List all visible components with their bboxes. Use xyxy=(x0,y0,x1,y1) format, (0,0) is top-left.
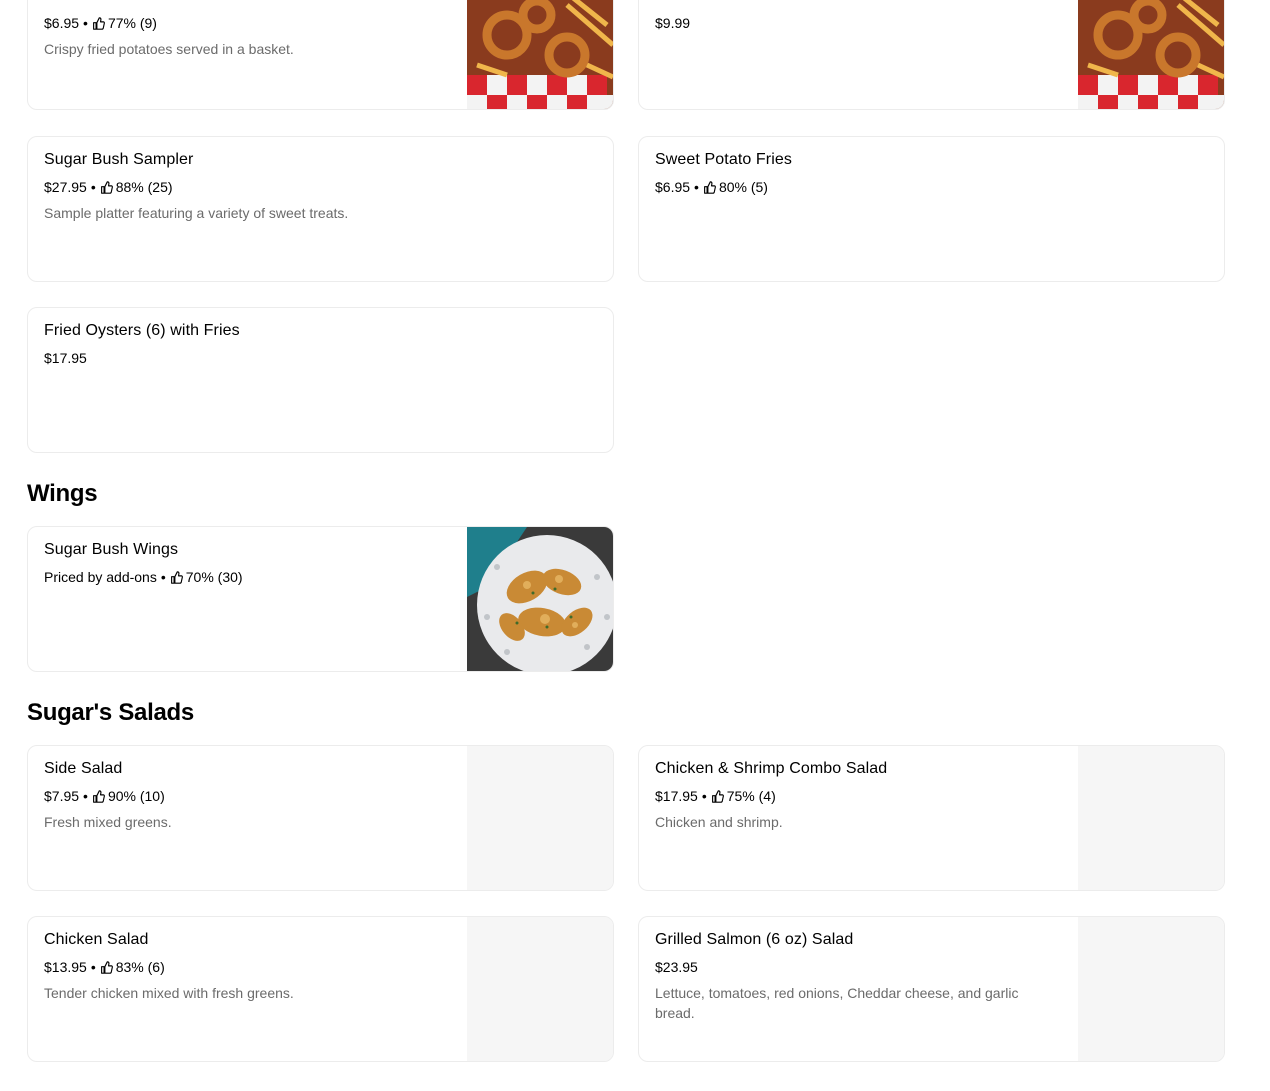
item-price: $7.95 xyxy=(44,788,80,804)
item-image-fries-onion-rings xyxy=(467,0,613,109)
item-rating: 70% (30) xyxy=(185,569,243,585)
item-name: Sugar Bush Sampler xyxy=(44,151,194,168)
menu-item-card[interactable]: Chicken & Shrimp Combo Salad $17.95 • 75%… xyxy=(638,745,1225,891)
item-description: Tender chicken mixed with fresh greens. xyxy=(44,985,294,1001)
item-image-placeholder xyxy=(467,746,613,890)
item-name: Sugar Bush Wings xyxy=(44,541,179,558)
item-image-fries-onion-rings xyxy=(1078,0,1224,109)
thumbs-up-icon xyxy=(100,961,113,974)
thumbs-up-icon xyxy=(711,790,724,803)
menu-item-card[interactable]: Sweet Potato Fries $6.95 • 80% (5) xyxy=(638,136,1225,282)
item-name: Sweet Potato Fries xyxy=(655,151,792,168)
item-description: Fresh mixed greens. xyxy=(44,814,172,830)
item-rating: 77% (9) xyxy=(107,15,157,31)
menu-item-card[interactable]: Sugar Bush Wings Priced by add-ons • 70% … xyxy=(27,526,614,672)
menu-item-card[interactable]: Chicken Salad $13.95 • 83% (6) Tender chi… xyxy=(27,916,614,1062)
thumbs-up-icon xyxy=(100,181,113,194)
item-rating: 83% (6) xyxy=(115,959,165,975)
item-price: $17.95 xyxy=(44,350,87,366)
item-price: Priced by add-ons xyxy=(44,569,157,585)
thumbs-up-icon xyxy=(92,790,105,803)
item-price: $13.95 xyxy=(44,959,87,975)
menu-item-card[interactable]: $9.99 xyxy=(638,0,1225,110)
item-price: $17.95 xyxy=(655,788,698,804)
item-description: Crispy fried potatoes served in a basket… xyxy=(44,41,294,57)
item-price: $23.95 xyxy=(655,959,698,975)
thumbs-up-icon xyxy=(170,571,183,584)
item-name: Fried Oysters (6) with Fries xyxy=(44,322,240,339)
item-description: Lettuce, tomatoes, red onions, Cheddar c… xyxy=(655,985,1019,1021)
item-price: $6.95 xyxy=(655,179,691,195)
item-meta: $7.95 • 90% (10) xyxy=(44,788,165,804)
section-title-wings: Wings xyxy=(27,480,98,507)
item-description: Sample platter featuring a variety of sw… xyxy=(44,205,349,221)
thumbs-up-icon xyxy=(703,181,716,194)
item-name: Grilled Salmon (6 oz) Salad xyxy=(655,931,854,948)
item-name: Side Salad xyxy=(44,760,123,777)
menu-item-card[interactable]: Side Salad $7.95 • 90% (10) Fresh mixed g… xyxy=(27,745,614,891)
item-image-placeholder xyxy=(1078,746,1224,890)
item-meta: $23.95 xyxy=(655,959,698,975)
item-meta: $13.95 • 83% (6) xyxy=(44,959,165,975)
item-meta: $17.95 • 75% (4) xyxy=(655,788,776,804)
menu-item-card[interactable]: $6.95 • 77% (9) Crispy fried potatoes ser… xyxy=(27,0,614,110)
thumbs-up-icon xyxy=(92,17,105,30)
item-meta: $6.95 • 77% (9) xyxy=(44,15,157,31)
item-meta: $9.99 xyxy=(655,15,690,31)
item-rating: 75% (4) xyxy=(726,788,776,804)
item-rating: 88% (25) xyxy=(115,179,173,195)
item-name: Chicken & Shrimp Combo Salad xyxy=(655,760,888,777)
menu-item-card[interactable]: Grilled Salmon (6 oz) Salad $23.95 Lettu… xyxy=(638,916,1225,1062)
item-rating: 90% (10) xyxy=(107,788,165,804)
item-meta: Priced by add-ons • 70% (30) xyxy=(44,569,243,585)
item-image-placeholder xyxy=(1078,917,1224,1061)
item-meta: $27.95 • 88% (25) xyxy=(44,179,173,195)
item-image-wings xyxy=(467,527,613,671)
item-price: $9.99 xyxy=(655,15,691,31)
menu-item-card[interactable]: Fried Oysters (6) with Fries $17.95 xyxy=(27,307,614,453)
item-price: $6.95 xyxy=(44,15,80,31)
item-price: $27.95 xyxy=(44,179,87,195)
item-name: Chicken Salad xyxy=(44,931,149,948)
item-image-placeholder xyxy=(467,917,613,1061)
item-description: Chicken and shrimp. xyxy=(655,814,783,830)
item-meta: $17.95 xyxy=(44,350,87,366)
item-meta: $6.95 • 80% (5) xyxy=(655,179,768,195)
section-title-salads: Sugar's Salads xyxy=(27,699,194,726)
item-rating: 80% (5) xyxy=(718,179,768,195)
menu-item-card[interactable]: Sugar Bush Sampler $27.95 • 88% (25) Samp… xyxy=(27,136,614,282)
